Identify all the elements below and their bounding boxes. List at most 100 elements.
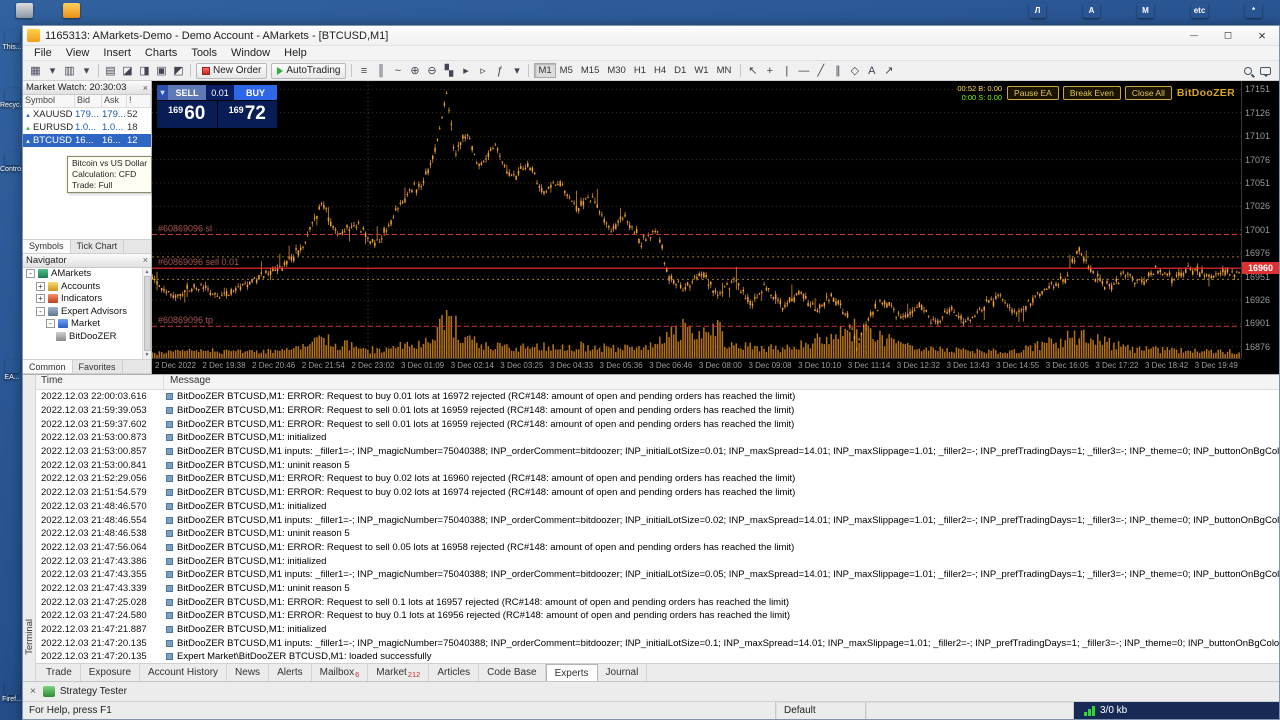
column-header[interactable]: Ask [102,95,127,107]
zoom-out-icon[interactable]: ⊖ [423,63,440,79]
terminal-tab[interactable]: Trade [38,664,81,681]
search-icon[interactable] [1244,66,1252,75]
menu-item[interactable]: Tools [184,47,224,59]
terminal-tab[interactable]: Experts [545,664,598,681]
navigator-item[interactable]: AMarkets [23,268,151,281]
log-row[interactable]: 2022.12.03 21:48:46.570 BitDooZER BTCUSD… [36,500,1279,514]
terminal-tab[interactable]: Market 212 [368,664,430,681]
timeframe-button[interactable]: M5 [556,63,577,78]
scroll-down-icon[interactable]: ▼ [145,352,150,358]
ea-button[interactable]: Close All [1124,86,1172,101]
desktop-shortcut-icon[interactable] [63,3,80,18]
scroll-up-icon[interactable]: ▲ [145,269,150,275]
data-window-icon[interactable]: ◪ [119,63,136,79]
price-axis[interactable]: 17151 17126 17101 17076 17051 17026 17001 16976… [1241,81,1279,358]
log-row[interactable]: 2022.12.03 21:47:20.135 Expert Market\Bi… [36,650,1279,663]
misc-logo-icon[interactable]: * [1245,3,1262,18]
terminal-tab[interactable]: Alerts [269,664,312,681]
timeframe-button[interactable]: M1 [534,63,556,78]
terminal-tab[interactable]: Exposure [81,664,141,681]
desktop-shortcut[interactable]: This... [0,30,24,51]
channel-icon[interactable]: ∥ [829,63,846,79]
buy-button[interactable]: BUY [234,85,277,100]
menu-item[interactable]: Window [224,47,277,59]
column-header[interactable]: Bid [75,95,102,107]
log-row[interactable]: 2022.12.03 21:48:46.538 BitDooZER BTCUSD… [36,527,1279,541]
vertical-line-icon[interactable]: | [778,63,795,79]
log-row[interactable]: 2022.12.03 21:47:43.355 BitDooZER BTCUSD… [36,568,1279,582]
blue-logo-icon[interactable]: Л [1029,3,1046,18]
market-watch-row[interactable]: BTCUSD 16... 16... 12 [23,134,151,147]
auto-scroll-icon[interactable]: ▸ [457,63,474,79]
log-row[interactable]: 2022.12.03 21:51:54.579 BitDooZER BTCUSD… [36,486,1279,500]
bar-chart-icon[interactable]: ≡ [355,63,372,79]
horizontal-line-icon[interactable]: — [795,63,812,79]
log-row[interactable]: 2022.12.03 21:59:37.602 BitDooZER BTCUSD… [36,417,1279,431]
chevron-down-icon[interactable]: ▾ [44,63,61,79]
navigator-icon[interactable]: ◨ [136,63,153,79]
etc-logo-icon[interactable]: etc [1191,3,1208,18]
close-button[interactable] [1245,26,1279,45]
log-row[interactable]: 2022.12.03 21:52:29.056 BitDooZER BTCUSD… [36,472,1279,486]
navigator-item[interactable]: Indicators [23,293,151,306]
close-icon[interactable] [143,83,148,93]
menu-item[interactable]: View [59,47,97,59]
market-watch-header[interactable]: Market Watch: 20:30:03 [23,81,151,95]
ea-button[interactable]: Pause EA [1007,86,1059,101]
timeframe-button[interactable]: D1 [670,63,690,78]
maximize-button[interactable] [1211,26,1245,45]
ea-button[interactable]: Break Even [1062,86,1121,101]
log-row[interactable]: 2022.12.03 21:53:00.873 BitDooZER BTCUSD… [36,431,1279,445]
navigator-scrollbar[interactable]: ▲ ▼ [142,267,151,359]
text-label-icon[interactable]: A [863,63,880,79]
time-axis[interactable]: 2 Dec 2022 2 Dec 19:38 2 Dec 20:46 2 Dec 21… [152,358,1241,374]
log-row[interactable]: 2022.12.03 22:00:03.616 BitDooZER BTCUSD… [36,390,1279,404]
timeframe-button[interactable]: M15 [577,63,603,78]
log-row[interactable]: 2022.12.03 21:47:25.028 BitDooZER BTCUSD… [36,595,1279,609]
line-chart-icon[interactable]: ~ [389,63,406,79]
close-icon[interactable] [143,255,148,265]
chevron-down-icon[interactable]: ▾ [78,63,95,79]
navigator-item[interactable]: Market [23,318,151,331]
log-row[interactable]: 2022.12.03 21:47:20.135 BitDooZER BTCUSD… [36,636,1279,650]
autotrading-button[interactable]: AutoTrading [271,62,347,79]
navigator-tab[interactable]: Favorites [73,360,123,373]
new-order-button[interactable]: New Order [196,62,268,79]
terminal-tab[interactable]: Journal [598,664,648,681]
tree-expander-icon[interactable] [46,319,55,329]
desktop-shortcut-icon[interactable] [16,3,33,18]
navigator-item[interactable]: Accounts [23,280,151,293]
log-row[interactable]: 2022.12.03 21:59:39.053 BitDooZER BTCUSD… [36,404,1279,418]
timeframe-button[interactable]: MN [713,63,736,78]
titlebar[interactable]: 1165313: AMarkets-Demo - Demo Account - … [23,26,1279,46]
chevron-down-icon[interactable]: ▾ [508,63,525,79]
log-row[interactable]: 2022.12.03 21:47:43.386 BitDooZER BTCUSD… [36,554,1279,568]
minimize-button[interactable] [1177,26,1211,45]
log-row[interactable]: 2022.12.03 21:47:56.064 BitDooZER BTCUSD… [36,541,1279,555]
status-profile[interactable]: Default [776,702,866,719]
log-row[interactable]: 2022.12.03 21:53:00.857 BitDooZER BTCUSD… [36,445,1279,459]
log-row[interactable]: 2022.12.03 21:48:46.554 BitDooZER BTCUSD… [36,513,1279,527]
column-header-time[interactable]: Time [36,375,164,389]
terminal-tab[interactable]: News [227,664,270,681]
menu-item[interactable]: Insert [96,47,138,59]
buy-price[interactable]: 169 72 [217,101,277,128]
chevron-down-icon[interactable] [157,85,168,100]
scrollbar-thumb[interactable] [143,275,151,351]
chart-shift-icon[interactable]: ▹ [474,63,491,79]
terminal-tab[interactable]: Articles [429,664,480,681]
indicators-icon[interactable]: ƒ [491,63,508,79]
chat-icon[interactable] [1260,66,1271,77]
log-row[interactable]: 2022.12.03 21:53:00.841 BitDooZER BTCUSD… [36,458,1279,472]
log-row[interactable]: 2022.12.03 21:47:43.339 BitDooZER BTCUSD… [36,582,1279,596]
shapes-icon[interactable]: ◇ [846,63,863,79]
chart-logo-icon[interactable]: M [1137,3,1154,18]
log-row[interactable]: 2022.12.03 21:47:21.887 BitDooZER BTCUSD… [36,623,1279,637]
tree-expander-icon[interactable] [26,269,35,279]
terminal-tab[interactable]: Code Base [479,664,546,681]
market-watch-row[interactable]: XAUUSD 179... 179... 52 [23,108,151,121]
menu-item[interactable]: Charts [138,47,184,59]
log-row[interactable]: 2022.12.03 21:47:24.580 BitDooZER BTCUSD… [36,609,1279,623]
sell-price[interactable]: 169 60 [157,101,217,128]
candlestick-icon[interactable]: ║ [372,63,389,79]
